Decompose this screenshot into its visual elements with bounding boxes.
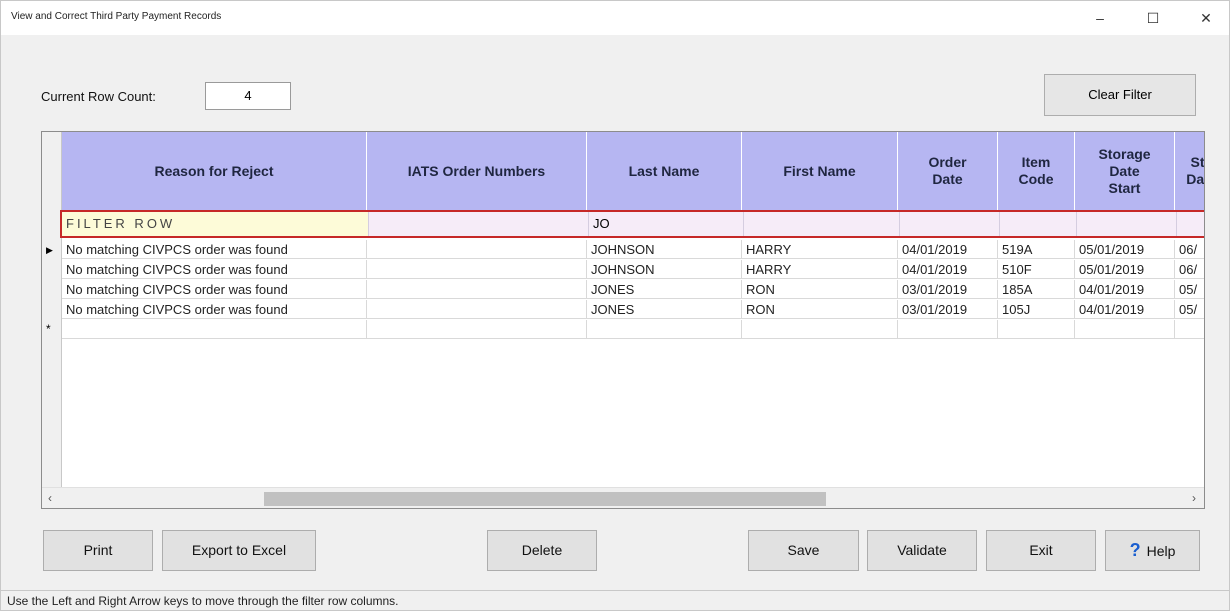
table-row[interactable]: No matching CIVPCS order was found JONES…	[62, 300, 1204, 319]
scrollbar-thumb[interactable]	[264, 492, 826, 506]
column-header-iats[interactable]: IATS Order Numbers	[367, 132, 587, 210]
column-header-storage-date-end[interactable]: St Dat	[1175, 132, 1204, 210]
cell-last-name[interactable]	[587, 320, 742, 339]
status-bar: Use the Left and Right Arrow keys to mov…	[1, 590, 1229, 610]
cell-item-code[interactable]	[998, 320, 1075, 339]
table-row[interactable]: No matching CIVPCS order was found JONES…	[62, 280, 1204, 299]
new-row[interactable]	[62, 320, 1204, 339]
cell-item-code[interactable]: 510F	[998, 260, 1075, 279]
cell-storage-start[interactable]: 04/01/2019	[1075, 280, 1175, 299]
cell-iats[interactable]	[367, 260, 587, 279]
cell-order-date[interactable]: 03/01/2019	[898, 300, 998, 319]
column-header-first-name[interactable]: First Name	[742, 132, 898, 210]
cell-last-name[interactable]: JOHNSON	[587, 240, 742, 259]
row-count-label: Current Row Count:	[41, 89, 156, 104]
minimize-button[interactable]: –	[1085, 7, 1115, 29]
cell-storage-end[interactable]: 05/	[1175, 300, 1204, 319]
cell-iats[interactable]	[367, 320, 587, 339]
cell-storage-end[interactable]	[1175, 320, 1204, 339]
cell-item-code[interactable]: 185A	[998, 280, 1075, 299]
filter-row-label: FILTER ROW	[62, 212, 369, 236]
cell-order-date[interactable]: 04/01/2019	[898, 240, 998, 259]
grid-body: Reason for Reject IATS Order Numbers Las…	[42, 132, 1204, 487]
filter-storage-end-input[interactable]	[1177, 212, 1204, 236]
cell-reason[interactable]	[62, 320, 367, 339]
cell-iats[interactable]	[367, 240, 587, 259]
print-button[interactable]: Print	[43, 530, 153, 571]
filter-item-code-input[interactable]	[1000, 212, 1077, 236]
cell-item-code[interactable]: 519A	[998, 240, 1075, 259]
cell-reason[interactable]: No matching CIVPCS order was found	[62, 240, 367, 259]
help-button-label: Help	[1146, 543, 1176, 559]
delete-button[interactable]: Delete	[487, 530, 597, 571]
cell-reason[interactable]: No matching CIVPCS order was found	[62, 280, 367, 299]
row-header-column	[42, 132, 62, 487]
export-to-excel-button[interactable]: Export to Excel	[162, 530, 316, 571]
title-bar: View and Correct Third Party Payment Rec…	[1, 1, 1229, 35]
table-row[interactable]: No matching CIVPCS order was found JOHNS…	[62, 240, 1204, 259]
horizontal-scrollbar[interactable]: ‹ ›	[42, 487, 1204, 508]
cell-first-name[interactable]	[742, 320, 898, 339]
cell-last-name[interactable]: JONES	[587, 280, 742, 299]
table-row[interactable]: No matching CIVPCS order was found JOHNS…	[62, 260, 1204, 279]
cell-storage-start[interactable]: 05/01/2019	[1075, 260, 1175, 279]
cell-storage-end[interactable]: 05/	[1175, 280, 1204, 299]
cell-last-name[interactable]: JONES	[587, 300, 742, 319]
app-window: View and Correct Third Party Payment Rec…	[0, 0, 1230, 611]
exit-button[interactable]: Exit	[986, 530, 1096, 571]
cell-reason[interactable]: No matching CIVPCS order was found	[62, 260, 367, 279]
window-title: View and Correct Third Party Payment Rec…	[11, 11, 222, 22]
filter-order-date-input[interactable]	[900, 212, 1000, 236]
clear-filter-button[interactable]: Clear Filter	[1044, 74, 1196, 116]
cell-storage-end[interactable]: 06/	[1175, 240, 1204, 259]
maximize-button[interactable]: ☐	[1138, 7, 1168, 29]
cell-storage-start[interactable]: 04/01/2019	[1075, 300, 1175, 319]
row-count-value: 4	[205, 82, 291, 110]
cell-order-date[interactable]: 04/01/2019	[898, 260, 998, 279]
cell-first-name[interactable]: RON	[742, 280, 898, 299]
cell-iats[interactable]	[367, 300, 587, 319]
filter-last-name-input[interactable]: JO	[589, 212, 744, 236]
column-header-reason[interactable]: Reason for Reject	[62, 132, 367, 210]
current-row-indicator-icon: ▶	[46, 245, 53, 255]
cell-reason[interactable]: No matching CIVPCS order was found	[62, 300, 367, 319]
grid-header-row: Reason for Reject IATS Order Numbers Las…	[62, 132, 1204, 210]
column-header-item-code[interactable]: Item Code	[998, 132, 1075, 210]
filter-storage-start-input[interactable]	[1077, 212, 1177, 236]
cell-storage-end[interactable]: 06/	[1175, 260, 1204, 279]
cell-first-name[interactable]: RON	[742, 300, 898, 319]
column-header-last-name[interactable]: Last Name	[587, 132, 742, 210]
help-button[interactable]: ? Help	[1105, 530, 1200, 571]
scroll-right-icon[interactable]: ›	[1192, 491, 1196, 505]
cell-order-date[interactable]: 03/01/2019	[898, 280, 998, 299]
cell-iats[interactable]	[367, 280, 587, 299]
cell-first-name[interactable]: HARRY	[742, 240, 898, 259]
cell-last-name[interactable]: JOHNSON	[587, 260, 742, 279]
cell-storage-start[interactable]	[1075, 320, 1175, 339]
new-row-indicator-icon: *	[46, 322, 51, 336]
save-button[interactable]: Save	[748, 530, 859, 571]
validate-button[interactable]: Validate	[867, 530, 977, 571]
filter-iats-input[interactable]	[369, 212, 589, 236]
column-header-order-date[interactable]: Order Date	[898, 132, 998, 210]
cell-first-name[interactable]: HARRY	[742, 260, 898, 279]
filter-row[interactable]: FILTER ROW JO	[60, 210, 1204, 238]
help-icon: ?	[1129, 540, 1141, 560]
scroll-left-icon[interactable]: ‹	[48, 491, 52, 505]
filter-first-name-input[interactable]	[744, 212, 900, 236]
cell-order-date[interactable]	[898, 320, 998, 339]
cell-item-code[interactable]: 105J	[998, 300, 1075, 319]
close-button[interactable]: ✕	[1191, 7, 1221, 29]
records-grid[interactable]: Reason for Reject IATS Order Numbers Las…	[41, 131, 1205, 509]
cell-storage-start[interactable]: 05/01/2019	[1075, 240, 1175, 259]
column-header-storage-date-start[interactable]: Storage Date Start	[1075, 132, 1175, 210]
